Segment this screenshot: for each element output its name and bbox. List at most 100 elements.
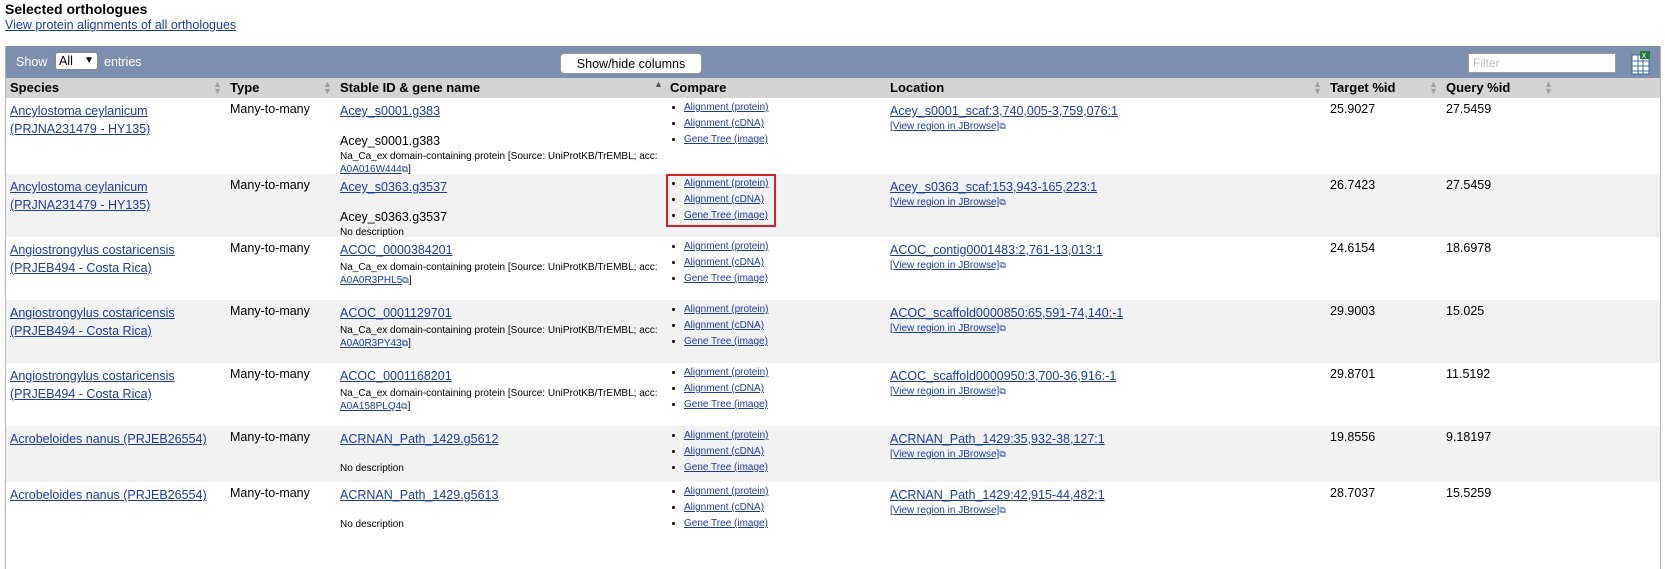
species-link[interactable]: Acrobeloides nanus (PRJEB26554) [10,432,207,446]
alignment-cdna-link[interactable]: Alignment (cDNA) [684,502,764,513]
gene-id-link[interactable]: ACOC_0000384201 [340,243,453,257]
sort-icon[interactable]: ▲ ▼ [1544,80,1553,96]
alignment-cdna-link[interactable]: Alignment (cDNA) [684,320,764,331]
alignment-protein-link[interactable]: Alignment (protein) [684,486,768,497]
column-header-query-id[interactable]: Query %id [1446,80,1510,95]
location-link[interactable]: ACOC_scaffold0000850:65,591-74,140:-1 [890,306,1123,320]
compare-item: Gene Tree (image) [684,397,768,413]
uniprot-acc-link[interactable]: A0A0R3PY43 [340,338,402,349]
compare-item: Alignment (protein) [684,484,768,500]
compare-cell: Alignment (protein) Alignment (cDNA) Gene … [668,484,768,532]
description-text: Na_Ca_ex domain-containing protein [Sour… [340,151,658,162]
stable-id-cell: Acey_s0001.g383 Acey_s0001.g383 Na_Ca_ex d… [340,102,670,176]
alignment-protein-link[interactable]: Alignment (protein) [684,367,768,378]
alignment-protein-link[interactable]: Alignment (protein) [684,430,768,441]
jbrowse-link[interactable]: [View region in JBrowse] [890,323,999,334]
table-row: Acrobeloides nanus (PRJEB26554) Many-to-m… [6,426,1660,482]
target-id-value: 28.7037 [1330,486,1376,500]
species-link[interactable]: Ancylostoma ceylanicum (PRJNA231479 - HY… [10,104,150,136]
external-link-icon: ⧉ [999,386,1006,396]
stable-id-cell: ACRNAN_Path_1429.g5612 No description [340,430,498,474]
species-cell: Ancylostoma ceylanicum (PRJNA231479 - HY… [10,102,215,138]
location-link[interactable]: Acey_s0363_scaf:153,943-165,223:1 [890,180,1097,194]
species-link[interactable]: Ancylostoma ceylanicum (PRJNA231479 - HY… [10,180,150,212]
gene-id-link[interactable]: ACOC_0001129701 [340,306,452,320]
sort-icon[interactable]: ▲ ▼ [213,80,222,96]
column-header-type[interactable]: Type [230,80,259,95]
excel-export-icon[interactable]: X [1631,51,1651,75]
jbrowse-link[interactable]: [View region in JBrowse] [890,121,999,132]
location-cell: ACOC_contig0001483:2,761-13,013:1 [View r… [890,241,1103,271]
gene-id-link[interactable]: ACRNAN_Path_1429.g5612 [340,432,498,446]
sort-icon[interactable]: ▲ ▼ [1429,80,1438,96]
highlight-box [666,174,776,227]
external-link-icon: ⧉ [999,260,1006,270]
external-link-icon: ⧉ [999,323,1006,333]
column-header-location[interactable]: Location [890,80,944,95]
location-link[interactable]: ACOC_contig0001483:2,761-13,013:1 [890,243,1103,257]
gene-tree-link[interactable]: Gene Tree (image) [684,462,768,473]
gene-tree-link[interactable]: Gene Tree (image) [684,518,768,529]
compare-item: Alignment (cDNA) [684,255,768,271]
location-link[interactable]: ACRNAN_Path_1429:35,932-38,127:1 [890,432,1105,446]
entries-select[interactable]: All ▼ [55,52,98,70]
gene-name: Acey_s0001.g383 [340,134,441,148]
column-header-species[interactable]: Species [10,80,59,95]
location-link[interactable]: ACOC_scaffold0000950:3,700-36,916:-1 [890,369,1116,383]
sort-icon[interactable]: ▲ ▼ [323,80,332,96]
uniprot-acc-link[interactable]: A0A158PLQ4 [340,401,401,412]
compare-cell: Alignment (protein) Alignment (cDNA) Gene … [668,428,768,476]
gene-description: Na_Ca_ex domain-containing protein [Sour… [340,262,658,286]
jbrowse-link[interactable]: [View region in JBrowse] [890,197,999,208]
compare-item: Alignment (cDNA) [684,500,768,516]
gene-id-link[interactable]: Acey_s0001.g383 [340,104,440,118]
table-row: Angiostrongylus costaricensis (PRJEB494 … [6,300,1660,363]
gene-id-link[interactable]: ACRNAN_Path_1429.g5613 [340,488,498,502]
alignment-protein-link[interactable]: Alignment (protein) [684,241,768,252]
orthology-type: Many-to-many [230,486,310,500]
alignment-cdna-link[interactable]: Alignment (cDNA) [684,383,764,394]
jbrowse-link[interactable]: [View region in JBrowse] [890,505,999,516]
gene-tree-link[interactable]: Gene Tree (image) [684,134,768,145]
orthology-type: Many-to-many [230,241,310,255]
alignment-protein-link[interactable]: Alignment (protein) [684,102,768,113]
location-link[interactable]: ACRNAN_Path_1429:42,915-44,482:1 [890,488,1105,502]
table-row: Ancylostoma ceylanicum (PRJNA231479 - HY… [6,98,1660,176]
compare-item: Gene Tree (image) [684,271,768,287]
alignment-cdna-link[interactable]: Alignment (cDNA) [684,118,764,129]
species-link[interactable]: Angiostrongylus costaricensis (PRJEB494 … [10,243,175,275]
external-link-icon: ⧉ [402,275,409,285]
compare-item: Alignment (protein) [684,365,768,381]
sort-asc-icon[interactable]: ▲ [654,80,663,89]
column-header-target-id[interactable]: Target %id [1330,80,1396,95]
view-all-alignments-link[interactable]: View protein alignments of all orthologu… [5,18,236,32]
entries-label: entries [104,55,142,69]
gene-tree-link[interactable]: Gene Tree (image) [684,336,768,347]
filter-input[interactable]: Filter [1468,53,1616,73]
species-cell: Ancylostoma ceylanicum (PRJNA231479 - HY… [10,178,215,214]
species-link[interactable]: Acrobeloides nanus (PRJEB26554) [10,488,207,502]
gene-tree-link[interactable]: Gene Tree (image) [684,273,768,284]
species-link[interactable]: Angiostrongylus costaricensis (PRJEB494 … [10,369,175,401]
gene-id-link[interactable]: Acey_s0363.g3537 [340,180,447,194]
query-id-value: 18.6978 [1446,241,1492,255]
gene-tree-link[interactable]: Gene Tree (image) [684,399,768,410]
alignment-cdna-link[interactable]: Alignment (cDNA) [684,446,764,457]
alignment-protein-link[interactable]: Alignment (protein) [684,304,768,315]
compare-item: Alignment (cDNA) [684,116,768,132]
location-link[interactable]: Acey_s0001_scaf:3,740,005-3,759,076:1 [890,104,1118,118]
jbrowse-link[interactable]: [View region in JBrowse] [890,386,999,397]
species-link[interactable]: Angiostrongylus costaricensis (PRJEB494 … [10,306,175,338]
gene-id-link[interactable]: ACOC_0001168201 [340,369,452,383]
column-header-stable-id[interactable]: Stable ID & gene name [340,80,480,95]
alignment-cdna-link[interactable]: Alignment (cDNA) [684,257,764,268]
sort-icon[interactable]: ▲ ▼ [1313,80,1322,96]
jbrowse-link[interactable]: [View region in JBrowse] [890,260,999,271]
show-hide-columns-button[interactable]: Show/hide columns [560,53,702,74]
location-cell: ACRNAN_Path_1429:35,932-38,127:1 [View re… [890,430,1105,460]
uniprot-acc-link[interactable]: A0A0R3PHL5 [340,275,402,286]
jbrowse-link[interactable]: [View region in JBrowse] [890,449,999,460]
orthology-type: Many-to-many [230,102,310,116]
orthology-type: Many-to-many [230,304,310,318]
gene-description: Na_Ca_ex domain-containing protein [Sour… [340,388,658,412]
